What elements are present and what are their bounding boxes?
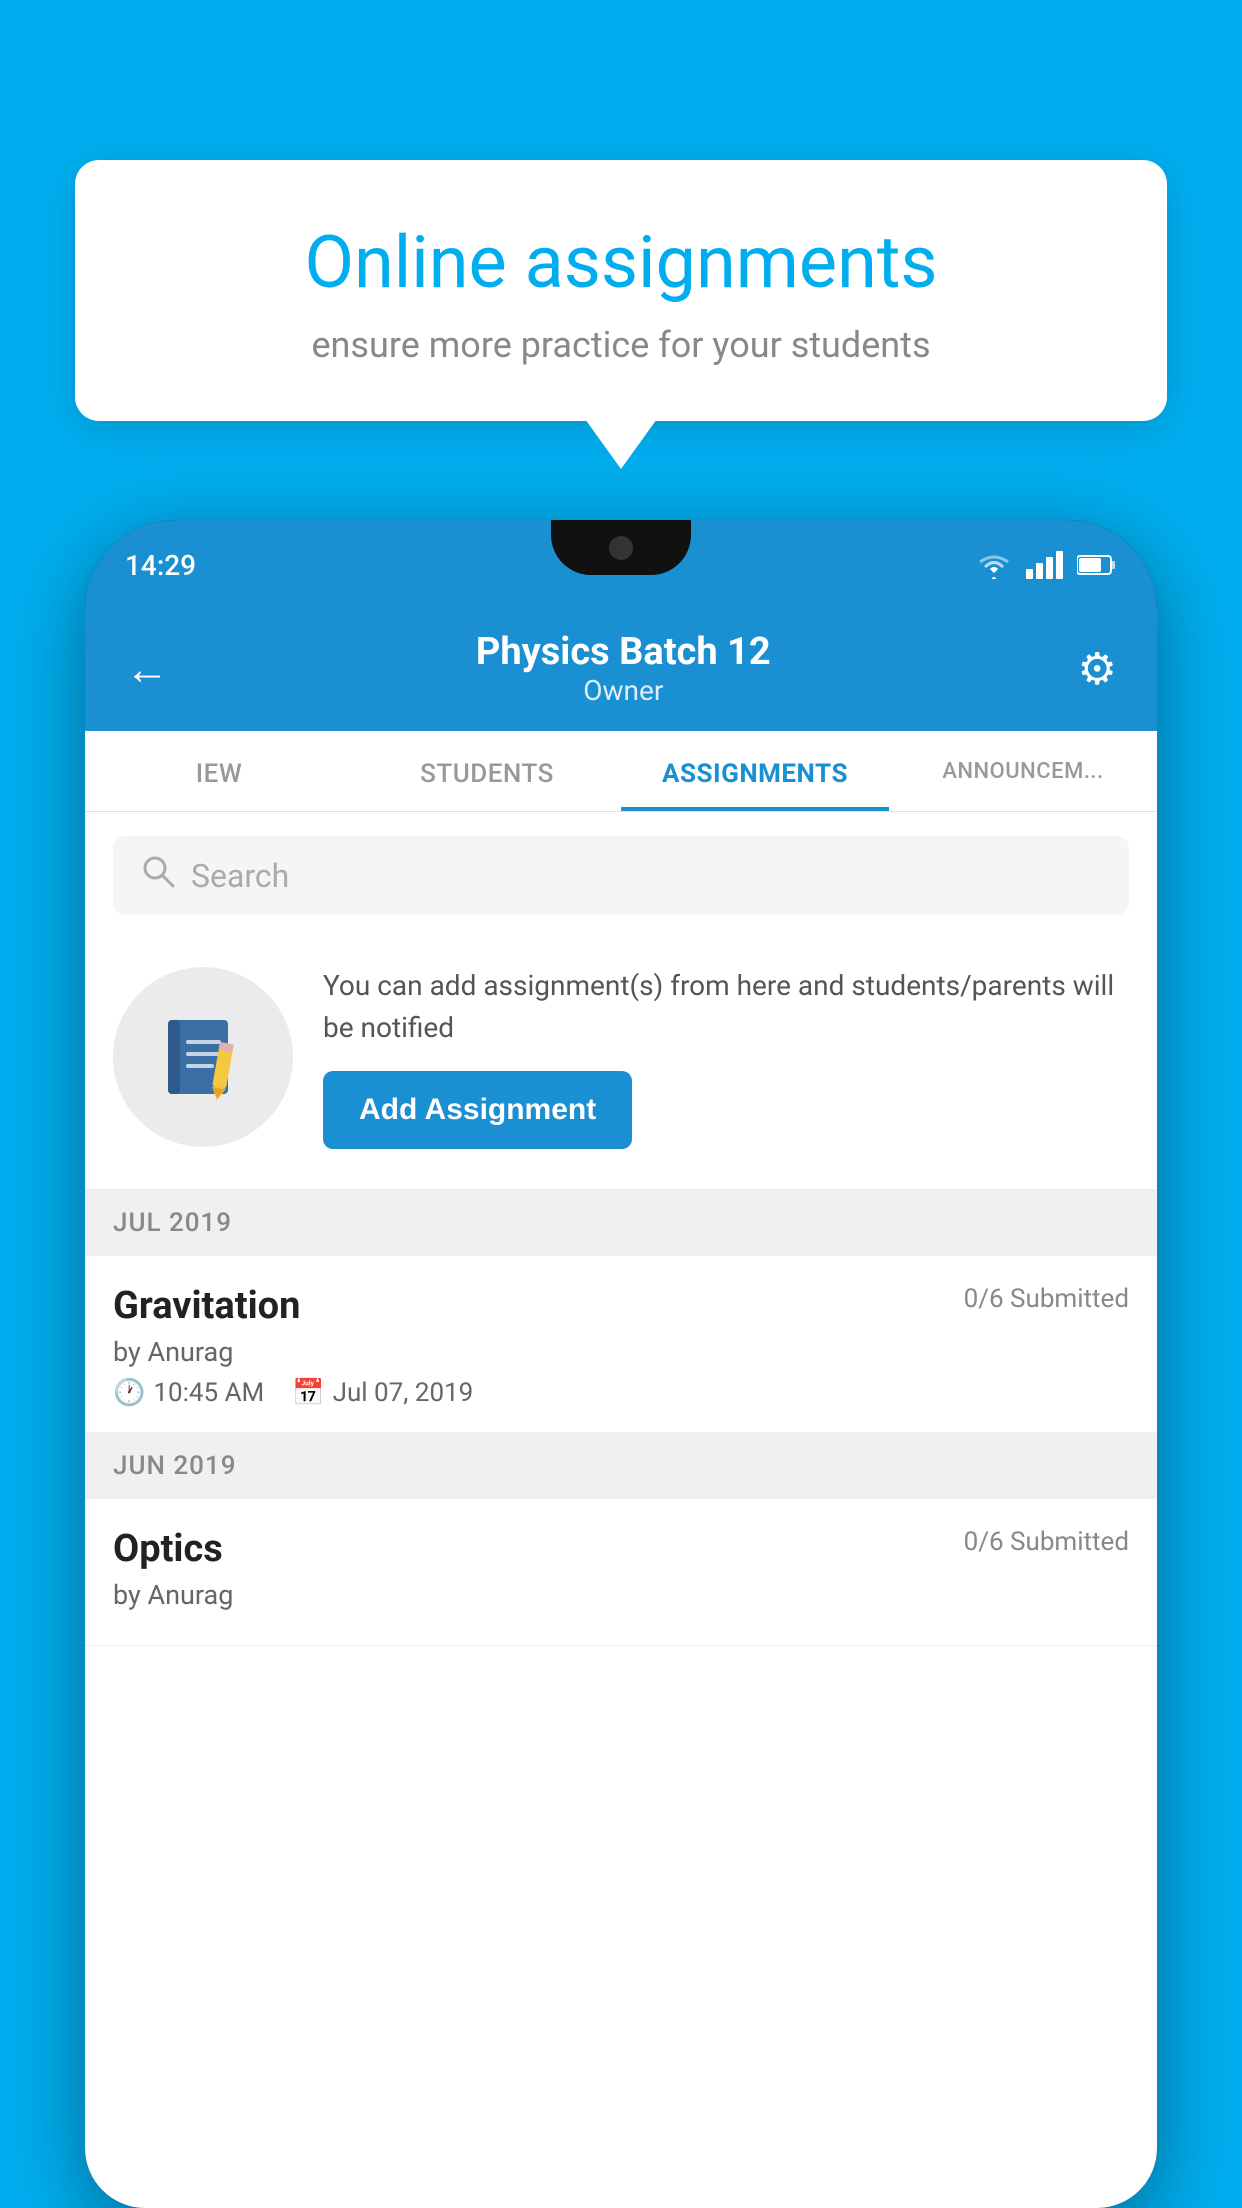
tab-announcements[interactable]: ANNOUNCEM... (889, 731, 1157, 811)
app-header: ← Physics Batch 12 Owner ⚙ (85, 610, 1157, 731)
wifi-icon (976, 551, 1012, 579)
search-input-placeholder: Search (191, 857, 289, 895)
header-subtitle: Owner (476, 674, 771, 707)
phone-frame: 14:29 (85, 520, 1157, 2208)
assignment-row-top: Gravitation 0/6 Submitted (113, 1284, 1129, 1328)
notch-camera (609, 536, 633, 560)
assignment-title-optics: Optics (113, 1527, 223, 1571)
assignment-item-optics[interactable]: Optics 0/6 Submitted by Anurag (85, 1499, 1157, 1646)
assignment-item-gravitation[interactable]: Gravitation 0/6 Submitted by Anurag 🕐 10… (85, 1256, 1157, 1433)
promo-icon-circle (113, 967, 293, 1147)
back-button[interactable]: ← (125, 643, 169, 695)
status-icons (976, 551, 1117, 579)
settings-icon[interactable]: ⚙ (1078, 643, 1117, 695)
assignment-row-top-optics: Optics 0/6 Submitted (113, 1527, 1129, 1571)
promo-description: You can add assignment(s) from here and … (323, 965, 1129, 1049)
screen-content: Search (85, 812, 1157, 2208)
signal-icon (1026, 551, 1063, 579)
assignment-time-gravitation: 🕐 10:45 AM (113, 1378, 264, 1408)
add-assignment-button[interactable]: Add Assignment (323, 1071, 632, 1149)
header-title: Physics Batch 12 (476, 630, 771, 674)
notch (551, 520, 691, 575)
info-card-subtitle: ensure more practice for your students (145, 324, 1097, 366)
assignment-by-optics: by Anurag (113, 1579, 1129, 1611)
search-bar-wrap: Search (85, 812, 1157, 935)
assignment-date-gravitation: 📅 Jul 07, 2019 (292, 1378, 473, 1408)
promo-text-block: You can add assignment(s) from here and … (323, 965, 1129, 1149)
tab-assignments[interactable]: ASSIGNMENTS (621, 731, 889, 811)
tab-students[interactable]: STUDENTS (353, 731, 621, 811)
assignment-meta-gravitation: 🕐 10:45 AM 📅 Jul 07, 2019 (113, 1378, 1129, 1408)
status-bar: 14:29 (85, 520, 1157, 610)
search-bar[interactable]: Search (113, 836, 1129, 915)
assignment-submitted-gravitation: 0/6 Submitted (964, 1284, 1129, 1314)
section-header-jun: JUN 2019 (85, 1433, 1157, 1499)
clock-icon: 🕐 (113, 1378, 145, 1408)
battery-icon (1077, 554, 1117, 576)
section-header-jul: JUL 2019 (85, 1190, 1157, 1256)
info-card-title: Online assignments (145, 220, 1097, 306)
info-card: Online assignments ensure more practice … (75, 160, 1167, 421)
promo-section: You can add assignment(s) from here and … (85, 935, 1157, 1190)
assignment-title-gravitation: Gravitation (113, 1284, 300, 1328)
search-icon (141, 854, 175, 897)
notebook-icon (158, 1012, 248, 1102)
assignment-by-gravitation: by Anurag (113, 1336, 1129, 1368)
tabs-bar: IEW STUDENTS ASSIGNMENTS ANNOUNCEM... (85, 731, 1157, 812)
header-title-block: Physics Batch 12 Owner (476, 630, 771, 707)
assignment-submitted-optics: 0/6 Submitted (964, 1527, 1129, 1557)
calendar-icon: 📅 (292, 1378, 324, 1408)
status-time: 14:29 (125, 549, 196, 582)
tab-iew[interactable]: IEW (85, 731, 353, 811)
